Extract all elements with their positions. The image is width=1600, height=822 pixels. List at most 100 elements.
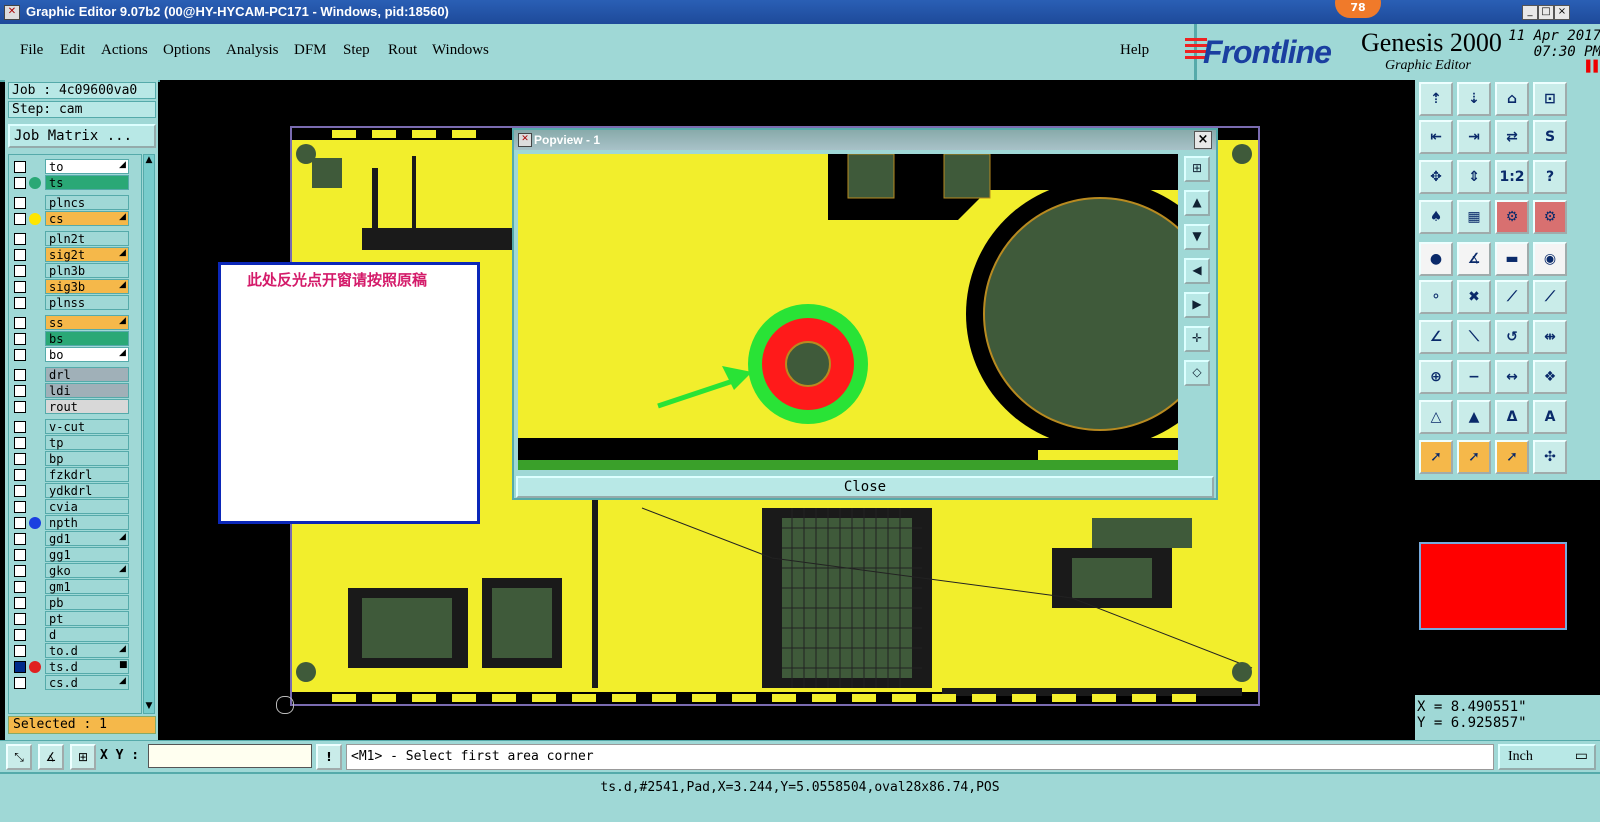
step-up-icon[interactable]: ⇡	[1419, 82, 1453, 116]
layer-checkbox[interactable]	[14, 233, 26, 245]
snap-mode-icon[interactable]: ⤡	[6, 744, 32, 770]
warning-button[interactable]: !	[316, 744, 342, 770]
minimize-button[interactable]: _	[1522, 5, 1538, 20]
layer-row[interactable]: npth	[9, 515, 143, 531]
close-window-button[interactable]: ×	[1554, 5, 1570, 20]
tri-2-icon[interactable]: ▲	[1457, 400, 1491, 434]
pointer-3-icon[interactable]: ➚	[1495, 440, 1529, 474]
layer-row[interactable]: plnss	[9, 295, 143, 311]
zoom-out-icon[interactable]: ◇	[1184, 360, 1210, 386]
layer-checkbox[interactable]	[14, 197, 26, 209]
layer-name[interactable]: gg1	[45, 547, 129, 562]
layer-name[interactable]: npth	[45, 515, 129, 530]
xy-input[interactable]	[148, 744, 312, 768]
layer-name[interactable]: bp	[45, 451, 129, 466]
menu-file[interactable]: File	[20, 42, 43, 59]
layer-checkbox[interactable]	[14, 501, 26, 513]
overview-thumbnail[interactable]	[1419, 542, 1567, 630]
scroll-up-icon[interactable]: ▲	[144, 155, 154, 167]
menu-analysis[interactable]: Analysis	[226, 42, 279, 59]
layer-row[interactable]: pt	[9, 611, 143, 627]
fit-all-icon[interactable]: ✥	[1419, 160, 1453, 194]
units-selector[interactable]: Inch ▭	[1498, 744, 1596, 770]
layer-name[interactable]: ss	[45, 315, 129, 330]
layer-checkbox[interactable]	[14, 369, 26, 381]
pan-down-icon[interactable]: ▼	[1184, 224, 1210, 250]
window-zoom-icon[interactable]: ⊡	[1533, 82, 1567, 116]
layer-checkbox[interactable]	[14, 485, 26, 497]
layer-name[interactable]: bs	[45, 331, 129, 346]
angle-mode-icon[interactable]: ∡	[38, 744, 64, 770]
layer-name[interactable]: rout	[45, 399, 129, 414]
layer-row[interactable]: gm1	[9, 579, 143, 595]
layer-row[interactable]: fzkdrl	[9, 467, 143, 483]
layer-name[interactable]: gd1	[45, 531, 129, 546]
menu-windows[interactable]: Windows	[432, 42, 489, 59]
layer-name[interactable]: cs.d	[45, 675, 129, 690]
layer-checkbox[interactable]	[14, 469, 26, 481]
tri-4-icon[interactable]: A	[1533, 400, 1567, 434]
layer-checkbox[interactable]	[14, 437, 26, 449]
notification-badge[interactable]: 78	[1335, 0, 1381, 18]
diag-line-icon[interactable]: ⟍	[1457, 320, 1491, 354]
layer-name[interactable]: gko	[45, 563, 129, 578]
layer-checkbox[interactable]	[14, 177, 26, 189]
pan-left-icon[interactable]: ◀	[1184, 258, 1210, 284]
layer-name[interactable]: to	[45, 159, 129, 174]
layer-name[interactable]: plncs	[45, 195, 129, 210]
palette-icon[interactable]: ♠	[1419, 200, 1453, 234]
layer-out-icon[interactable]: ⇥	[1457, 120, 1491, 154]
job-matrix-button[interactable]: Job Matrix ...	[8, 124, 156, 148]
menu-options[interactable]: Options	[163, 42, 211, 59]
layer-name[interactable]: pb	[45, 595, 129, 610]
layer-name[interactable]: drl	[45, 367, 129, 382]
snap-icon[interactable]: S	[1533, 120, 1567, 154]
layer-name[interactable]: cvia	[45, 499, 129, 514]
layer-row[interactable]: cs ◢	[9, 211, 143, 227]
swap-icon[interactable]: ⇄	[1495, 120, 1529, 154]
step-down-icon[interactable]: ⇣	[1457, 82, 1491, 116]
menu-actions[interactable]: Actions	[101, 42, 148, 59]
layer-row[interactable]: ts	[9, 175, 143, 191]
pan-right-icon[interactable]: ▶	[1184, 292, 1210, 318]
layer-checkbox[interactable]	[14, 597, 26, 609]
help-icon[interactable]: ?	[1533, 160, 1567, 194]
popview-close-x[interactable]: ×	[1194, 131, 1212, 149]
layer-row[interactable]: gd1 ◢	[9, 531, 143, 547]
layer-name[interactable]: ldi	[45, 383, 129, 398]
menu-help[interactable]: Help	[1120, 42, 1149, 59]
layer-name[interactable]: to.d	[45, 643, 129, 658]
layer-row[interactable]: ss ◢	[9, 315, 143, 331]
layer-checkbox[interactable]	[14, 645, 26, 657]
layer-name[interactable]: tp	[45, 435, 129, 450]
layer-checkbox[interactable]	[14, 297, 26, 309]
layer-row[interactable]: bp	[9, 451, 143, 467]
layer-checkbox[interactable]	[14, 613, 26, 625]
grid-icon[interactable]: ▦	[1457, 200, 1491, 234]
layer-checkbox[interactable]	[14, 401, 26, 413]
layer-name[interactable]: ts.d	[45, 659, 129, 674]
layer-row[interactable]: ts.d ■	[9, 659, 143, 675]
home-icon[interactable]: ⌂	[1495, 82, 1529, 116]
layer-checkbox[interactable]	[14, 517, 26, 529]
layer-row[interactable]: sig2t ◢	[9, 247, 143, 263]
layer-checkbox[interactable]	[14, 661, 26, 673]
layer-checkbox[interactable]	[14, 385, 26, 397]
layer-checkbox[interactable]	[14, 549, 26, 561]
layer-checkbox[interactable]	[14, 317, 26, 329]
pan-up-icon[interactable]: ▲	[1184, 190, 1210, 216]
menu-step[interactable]: Step	[343, 42, 370, 59]
layer-row[interactable]: pb	[9, 595, 143, 611]
pointer-2-icon[interactable]: ➚	[1457, 440, 1491, 474]
popview-close-button[interactable]: Close	[516, 476, 1214, 498]
layer-row[interactable]: ydkdrl	[9, 483, 143, 499]
target-icon[interactable]: ◉	[1533, 242, 1567, 276]
horizontal-dim-icon[interactable]: ↔	[1495, 360, 1529, 394]
layer-name[interactable]: pln3b	[45, 263, 129, 278]
layer-name[interactable]: sig3b	[45, 279, 129, 294]
flip-icon[interactable]: ⇹	[1533, 320, 1567, 354]
menu-edit[interactable]: Edit	[60, 42, 85, 59]
zoom-home-icon[interactable]: ⊞	[1184, 156, 1210, 182]
zoom-in-icon[interactable]: ✛	[1184, 326, 1210, 352]
layer-red-icon[interactable]: ⚙	[1495, 200, 1529, 234]
